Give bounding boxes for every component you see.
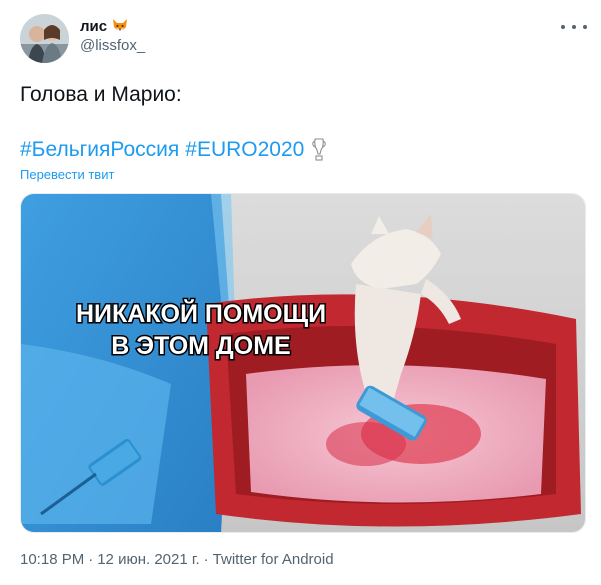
footer-separator: · [203,551,209,568]
tweet-media-image[interactable]: НИКАКОЙ ПОМОЩИ В ЭТОМ ДОМЕ [20,193,586,533]
author-display-name[interactable]: лис [80,18,107,35]
hashtag-row: #БельгияРоссия #EURO2020 [20,137,327,163]
trophy-icon [312,138,327,161]
author-handle[interactable]: @lissfox_ [80,37,145,54]
more-options-icon[interactable] [561,18,587,36]
tweet-card: лис @lissfox_ Голова и Марио: #БельгияРо… [0,0,601,585]
tweet-time[interactable]: 10:18 PM [20,551,84,568]
media-caption-line1: НИКАКОЙ ПОМОЩИ [76,298,326,328]
translate-tweet-link[interactable]: Перевести твит [20,167,114,182]
tweet-footer: 10:18 PM · 12 июн. 2021 г. · Twitter for… [20,551,334,568]
fox-face-icon [113,19,128,31]
tweet-text: Голова и Марио: [20,83,182,106]
media-caption-line2: В ЭТОМ ДОМЕ [111,332,290,360]
author-name-row[interactable]: лис [80,15,129,37]
tweet-source[interactable]: Twitter for Android [213,551,334,568]
tweet-date[interactable]: 12 июн. 2021 г. [97,551,199,568]
hashtag-belgium-russia[interactable]: #БельгияРоссия [20,137,179,163]
footer-separator: · [88,551,94,568]
hashtag-euro2020[interactable]: #EURO2020 [185,137,304,163]
avatar[interactable] [20,14,69,63]
